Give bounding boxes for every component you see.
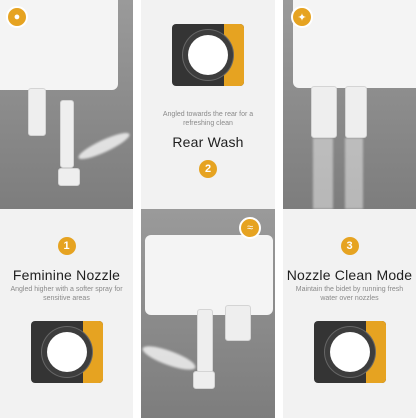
feminine-nozzle (225, 305, 251, 341)
rear-wash-photo: ≈ (141, 209, 275, 418)
feature-description: Angled towards the rear for a refreshing… (162, 111, 254, 127)
feature-description: Angled higher with a softer spray for se… (10, 286, 123, 302)
feature-description: Maintain the bidet by running fresh wate… (295, 286, 404, 302)
water-stream (345, 138, 363, 209)
step-number-badge: 2 (199, 160, 217, 178)
wave-icon: ≈ (239, 217, 261, 239)
water-drop-icon: ● (6, 6, 28, 28)
control-panel-graphic (314, 321, 386, 383)
feature-title: Feminine Nozzle (12, 267, 121, 283)
step-number-badge: 1 (57, 237, 76, 255)
self-clean-icon: ✦ (291, 6, 313, 28)
water-stream (313, 138, 333, 209)
rear-nozzle (197, 309, 213, 373)
feminine-nozzle (345, 86, 367, 138)
water-spray (141, 341, 198, 375)
nozzle-tip (58, 168, 80, 186)
feminine-nozzle (60, 100, 74, 168)
feature-title: Rear Wash (172, 134, 244, 150)
control-knob (47, 332, 87, 372)
bidet-housing (145, 235, 273, 315)
control-knob (330, 332, 370, 372)
nozzle-tip (193, 371, 215, 389)
control-knob (188, 35, 228, 75)
step-number-badge: 3 (340, 237, 359, 255)
feature-title: Nozzle Clean Mode (286, 267, 413, 283)
feminine-nozzle-photo: ● (0, 0, 133, 209)
nozzle-clean-card: 3 Nozzle Clean Mode Maintain the bidet b… (283, 209, 416, 418)
rear-wash-card: Angled towards the rear for a refreshing… (141, 0, 275, 209)
nozzle-clean-photo: ✦ (283, 0, 416, 209)
feminine-nozzle-card: 1 Feminine Nozzle Angled higher with a s… (0, 209, 133, 418)
control-panel-graphic (172, 24, 244, 86)
rear-nozzle (311, 86, 337, 138)
rear-nozzle (28, 88, 46, 136)
control-panel-graphic (31, 321, 103, 383)
water-spray (76, 128, 132, 164)
